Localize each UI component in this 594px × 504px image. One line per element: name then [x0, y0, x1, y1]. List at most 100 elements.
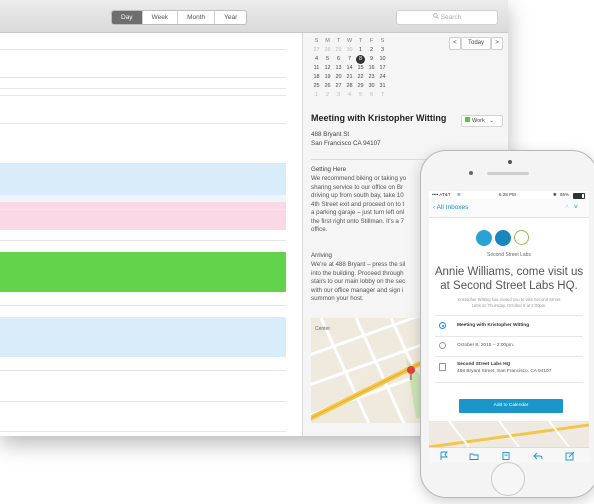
back-button[interactable]: ‹ All Inboxes	[433, 202, 468, 214]
day-cell[interactable]: 4	[311, 55, 322, 64]
event-block-blue-2[interactable]	[0, 317, 286, 357]
tab-week[interactable]: Week	[141, 11, 178, 24]
hour-line	[0, 431, 286, 432]
calendar-color-swatch	[465, 117, 470, 122]
archive-icon[interactable]	[501, 451, 511, 461]
day-cell[interactable]: 3	[377, 46, 388, 55]
day-cell[interactable]: 19	[322, 73, 333, 82]
add-to-calendar-button[interactable]: Add to Calendar	[459, 399, 563, 413]
day-cell[interactable]: 18	[311, 73, 322, 82]
event-row-date[interactable]: October 8, 2015 – 2:00pm.	[457, 343, 514, 348]
day-cell[interactable]: 10	[377, 55, 388, 64]
day-cell[interactable]: 3	[333, 91, 344, 100]
day-cell[interactable]: 2	[366, 46, 377, 55]
day-cell[interactable]: 30	[366, 82, 377, 91]
compose-icon[interactable]	[565, 451, 575, 461]
day-cell[interactable]: 5	[322, 55, 333, 64]
day-cell[interactable]: 23	[366, 73, 377, 82]
day-cell[interactable]: 13	[333, 64, 344, 73]
event-block-green[interactable]	[0, 252, 286, 292]
calendar-picker[interactable]: Work ⌄	[461, 115, 503, 127]
camera-icon	[508, 160, 512, 164]
day-cell[interactable]: 28	[344, 82, 355, 91]
event-block-pink[interactable]	[0, 202, 286, 230]
home-button[interactable]	[491, 462, 525, 496]
invite-line: Kristopher Witting has invited you to vi…	[457, 297, 561, 302]
location-map[interactable]: Center	[311, 318, 431, 423]
battery-label: 86%	[560, 192, 570, 197]
day-cell[interactable]: 27	[333, 82, 344, 91]
search-input[interactable]: Search	[396, 10, 498, 25]
event-row-title[interactable]: Meeting with Kristopher Witting	[457, 323, 529, 328]
day-cell[interactable]: 29	[333, 46, 344, 55]
day-cell[interactable]: 22	[355, 73, 366, 82]
weekday-label: T	[358, 38, 363, 44]
day-cell[interactable]: 4	[344, 91, 355, 100]
day-cell[interactable]: 31	[377, 82, 388, 91]
day-cell[interactable]: 16	[366, 64, 377, 73]
chevron-down-icon[interactable]: ˅	[574, 204, 583, 211]
day-cell[interactable]: 6	[333, 55, 344, 64]
day-cell[interactable]: 9	[366, 55, 377, 64]
day-cell[interactable]: 21	[344, 73, 355, 82]
radio-icon[interactable]	[439, 322, 446, 329]
day-cell[interactable]: 7	[377, 91, 388, 100]
message-nav-arrows[interactable]: ˄˅	[565, 202, 583, 214]
bluetooth-icon: ✱	[553, 192, 557, 197]
phone-map[interactable]	[429, 421, 589, 447]
day-cell[interactable]: 15	[355, 64, 366, 73]
tab-day[interactable]: Day	[112, 11, 142, 24]
day-cell[interactable]: 20	[333, 73, 344, 82]
day-cell[interactable]: 28	[322, 46, 333, 55]
logo-dot	[476, 230, 492, 246]
day-cell[interactable]: 27	[311, 46, 322, 55]
weekday-label: F	[369, 38, 374, 44]
tab-month[interactable]: Month	[177, 11, 214, 24]
day-cell[interactable]: 25	[311, 82, 322, 91]
day-cell[interactable]: 8	[356, 55, 365, 64]
invite-line: Labs on Thursday, October 8 at 2:00pm.	[471, 302, 547, 308]
day-cell[interactable]: 7	[344, 55, 355, 64]
chevron-up-icon[interactable]: ˄	[565, 204, 574, 211]
day-cell[interactable]: 6	[366, 91, 377, 100]
hour-line	[0, 88, 286, 89]
tab-year[interactable]: Year	[214, 11, 246, 24]
folder-icon[interactable]	[469, 451, 479, 461]
event-title[interactable]: Meeting with Kristopher Witting	[311, 113, 446, 123]
iphone-device: •••• AT&T ≋ 6:28 PM ✱ 86% ‹ All Inboxes …	[420, 150, 594, 498]
day-cell[interactable]: 2	[322, 91, 333, 100]
event-block-light[interactable]	[0, 195, 286, 202]
reply-icon[interactable]	[533, 451, 543, 461]
hour-line	[0, 240, 286, 241]
today-button[interactable]: Today	[461, 37, 491, 50]
day-cell[interactable]: 26	[322, 82, 333, 91]
flag-icon[interactable]	[439, 451, 449, 461]
weekday-header: SMTWTFS	[311, 37, 388, 46]
next-button[interactable]: >	[491, 37, 503, 50]
day-cell[interactable]: 24	[377, 73, 388, 82]
brand-name: Second Street Labs	[487, 252, 531, 258]
day-cell[interactable]: 5	[355, 91, 366, 100]
event-block-blue[interactable]	[0, 164, 286, 195]
day-grid[interactable]	[0, 33, 303, 436]
day-cell[interactable]: 17	[377, 64, 388, 73]
search-icon	[432, 11, 439, 24]
event-address-line1: 488 Bryant St	[311, 131, 350, 138]
day-cell[interactable]: 30	[344, 46, 355, 55]
map-label: Center	[315, 326, 331, 332]
brand-logo	[476, 230, 540, 248]
day-cell[interactable]: 14	[344, 64, 355, 73]
event-row-location[interactable]: Second Street Labs HQ	[457, 362, 510, 367]
hour-line	[0, 209, 286, 210]
week-row: 11 12 13 14 15 16 17	[311, 64, 388, 73]
hour-line	[0, 305, 286, 306]
prev-button[interactable]: <	[449, 37, 461, 50]
logo-dot	[514, 230, 529, 245]
day-cell[interactable]: 12	[322, 64, 333, 73]
day-cell[interactable]: 1	[311, 91, 322, 100]
day-cell[interactable]: 29	[355, 82, 366, 91]
carrier-label: •••• AT&T	[432, 192, 451, 197]
day-cell[interactable]: 1	[355, 46, 366, 55]
day-cell[interactable]: 11	[311, 64, 322, 73]
headline-line: Annie Williams, come visit us	[434, 266, 584, 278]
